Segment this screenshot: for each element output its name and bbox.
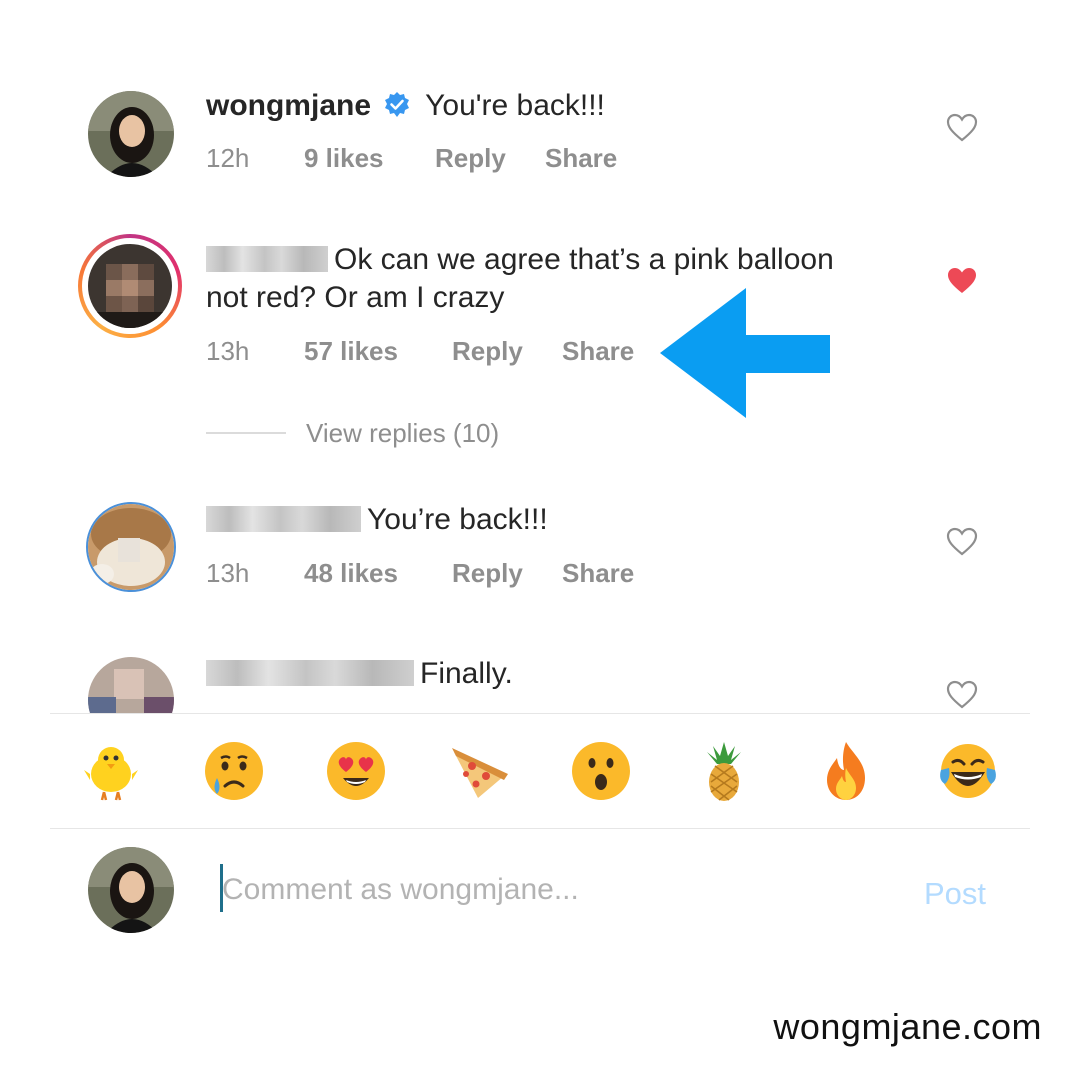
comment-1-likes[interactable]: 9 likes	[304, 143, 384, 173]
view-replies-button[interactable]: View replies (10)	[306, 418, 499, 448]
avatar-comment-4[interactable]	[88, 657, 174, 713]
fire-emoji-icon[interactable]	[815, 740, 877, 802]
comment-4-text: Finally.	[420, 657, 513, 690]
comment-2-liked-heart-icon[interactable]	[946, 266, 978, 296]
comment-3-reply-button[interactable]: Reply	[452, 558, 523, 588]
comment-3-time: 13h	[206, 558, 250, 588]
comment-2-reply-button[interactable]: Reply	[452, 336, 523, 366]
comment-3-text: You’re back!!!	[367, 503, 548, 536]
comment-2-text-line1: Ok can we agree that’s a pink balloon	[334, 243, 834, 276]
comment-1-username[interactable]: wongmjane	[206, 89, 371, 122]
avatar-comment-3[interactable]	[86, 502, 176, 592]
blurred-username[interactable]	[206, 246, 328, 272]
comment-4-clip	[0, 640, 1080, 713]
watermark: wongmjane.com	[773, 1006, 1042, 1047]
comment-2-text-line2: not red? Or am I crazy	[206, 281, 505, 314]
comment-1-reply-button[interactable]: Reply	[435, 143, 506, 173]
emoji-bar-top-divider	[50, 713, 1030, 714]
avatar-wongmjane[interactable]	[88, 91, 174, 177]
comment-4-body: Finally.	[206, 655, 513, 693]
view-replies-line	[206, 432, 286, 434]
comment-1-body: wongmjane You're back!!!	[206, 87, 605, 125]
heart-eyes-emoji-icon[interactable]	[325, 740, 387, 802]
composer-avatar	[88, 847, 174, 933]
comment-3-likes[interactable]: 48 likes	[304, 558, 398, 588]
comment-3-share-button[interactable]: Share	[562, 558, 634, 588]
arrow-annotation-icon	[660, 288, 832, 423]
avatar-comment-2[interactable]	[88, 244, 172, 328]
laughing-tears-emoji-icon[interactable]	[937, 740, 999, 802]
comment-2-time: 13h	[206, 336, 250, 366]
comment-4-heart-icon[interactable]	[946, 680, 978, 710]
comment-1-share-button[interactable]: Share	[545, 143, 617, 173]
post-button[interactable]: Post	[924, 876, 986, 912]
comment-3-body: You’re back!!!	[206, 501, 548, 539]
comment-1-heart-icon[interactable]	[946, 113, 978, 143]
comment-2-share-button[interactable]: Share	[562, 336, 634, 366]
comment-1-text: You're back!!!	[425, 89, 605, 122]
pizza-emoji-icon[interactable]	[448, 740, 510, 802]
surprised-face-emoji-icon[interactable]	[570, 740, 632, 802]
blurred-username[interactable]	[206, 660, 414, 686]
comment-3-heart-icon[interactable]	[946, 527, 978, 557]
crying-face-emoji-icon[interactable]	[203, 740, 265, 802]
verified-badge-icon	[383, 91, 411, 119]
comment-input[interactable]: Comment as wongmjane...	[222, 870, 579, 910]
chick-emoji-icon[interactable]	[80, 740, 142, 802]
comment-1-time: 12h	[206, 143, 250, 173]
pineapple-emoji-icon[interactable]	[693, 740, 755, 802]
emoji-bar-bottom-divider	[50, 828, 1030, 829]
blurred-username[interactable]	[206, 506, 361, 532]
comment-2-likes[interactable]: 57 likes	[304, 336, 398, 366]
